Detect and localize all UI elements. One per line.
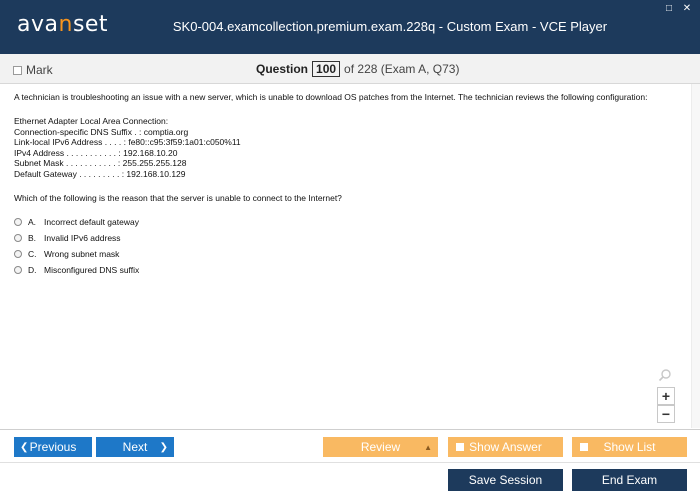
app-logo: avanset	[17, 12, 109, 37]
zoom-out-button[interactable]: −	[657, 405, 675, 423]
checkbox-icon	[580, 443, 588, 451]
option-text: Incorrect default gateway	[44, 217, 139, 227]
option-text: Misconfigured DNS suffix	[44, 265, 140, 275]
question-number-input[interactable]: 100	[312, 61, 341, 77]
question-counter: Question 100 of 228 (Exam A, Q73)	[256, 61, 459, 77]
option-letter: B.	[28, 233, 37, 243]
mark-label: Mark	[26, 63, 53, 77]
window-title: SK0-004.examcollection.premium.exam.228q…	[172, 19, 608, 34]
question-word: Question	[256, 62, 309, 76]
question-header: Mark Question 100 of 228 (Exam A, Q73)	[0, 54, 700, 84]
chevron-right-icon: ❯	[159, 441, 168, 453]
option-text: Invalid IPv6 address	[44, 233, 121, 243]
zoom-search-icon	[658, 369, 671, 382]
window-controls: □ ✕	[664, 4, 692, 14]
title-bar: avanset SK0-004.examcollection.premium.e…	[0, 0, 700, 54]
previous-label: Previous	[29, 440, 77, 454]
question-total: of 228 (Exam A, Q73)	[344, 62, 460, 76]
radio-icon[interactable]	[14, 218, 22, 226]
config-line: Subnet Mask . . . . . . . . . . . : 255.…	[14, 158, 187, 168]
close-icon[interactable]: ✕	[682, 4, 692, 14]
option-text: Wrong subnet mask	[44, 249, 120, 259]
option-letter: A.	[28, 217, 37, 227]
zoom-in-button[interactable]: +	[657, 387, 675, 405]
content-scrollbar[interactable]	[691, 84, 700, 428]
radio-icon[interactable]	[14, 266, 22, 274]
checkbox-icon	[456, 443, 464, 451]
previous-button[interactable]: ❮ Previous	[14, 437, 92, 457]
chevron-left-icon: ❮	[20, 441, 29, 453]
checkbox-icon[interactable]	[13, 65, 22, 75]
radio-icon[interactable]	[14, 234, 22, 242]
next-label: Next	[122, 440, 148, 454]
question-prompt: Which of the following is the reason tha…	[14, 193, 342, 203]
show-list-label: Show List	[603, 440, 656, 454]
config-block: Ethernet Adapter Local Area Connection: …	[14, 116, 674, 179]
show-answer-label: Show Answer	[469, 440, 542, 454]
end-exam-button[interactable]: End Exam	[572, 469, 687, 491]
config-line: IPv4 Address . . . . . . . . . . . : 192…	[14, 147, 178, 158]
answer-option-b[interactable]: B. Invalid IPv6 address	[14, 233, 674, 243]
config-line: Ethernet Adapter Local Area Connection:	[14, 116, 169, 126]
restore-icon[interactable]: □	[664, 4, 674, 14]
show-answer-button[interactable]: Show Answer	[448, 437, 563, 457]
show-list-button[interactable]: Show List	[572, 437, 687, 457]
next-button[interactable]: Next ❯	[96, 437, 174, 457]
question-intro: A technician is troubleshooting an issue…	[14, 92, 648, 102]
config-line: Connection-specific DNS Suffix . : compt…	[14, 126, 189, 137]
config-line: Link-local IPv6 Address . . . . : fe80::…	[14, 137, 241, 147]
config-line: Default Gateway . . . . . . . . . : 192.…	[14, 168, 186, 179]
radio-icon[interactable]	[14, 250, 22, 258]
question-content: A technician is troubleshooting an issue…	[14, 92, 674, 281]
answer-option-d[interactable]: D. Misconfigured DNS suffix	[14, 265, 674, 275]
divider	[0, 429, 700, 430]
answer-option-a[interactable]: A. Incorrect default gateway	[14, 217, 674, 227]
answer-option-c[interactable]: C. Wrong subnet mask	[14, 249, 674, 259]
answer-options: A. Incorrect default gateway B. Invalid …	[14, 217, 674, 275]
option-letter: D.	[28, 265, 37, 275]
mark-checkbox[interactable]: Mark	[13, 63, 53, 77]
review-label: Review	[360, 440, 401, 454]
save-session-button[interactable]: Save Session	[448, 469, 563, 491]
option-letter: C.	[28, 249, 37, 259]
review-button[interactable]: Review ▲	[323, 437, 438, 457]
triangle-up-icon: ▲	[424, 442, 432, 452]
